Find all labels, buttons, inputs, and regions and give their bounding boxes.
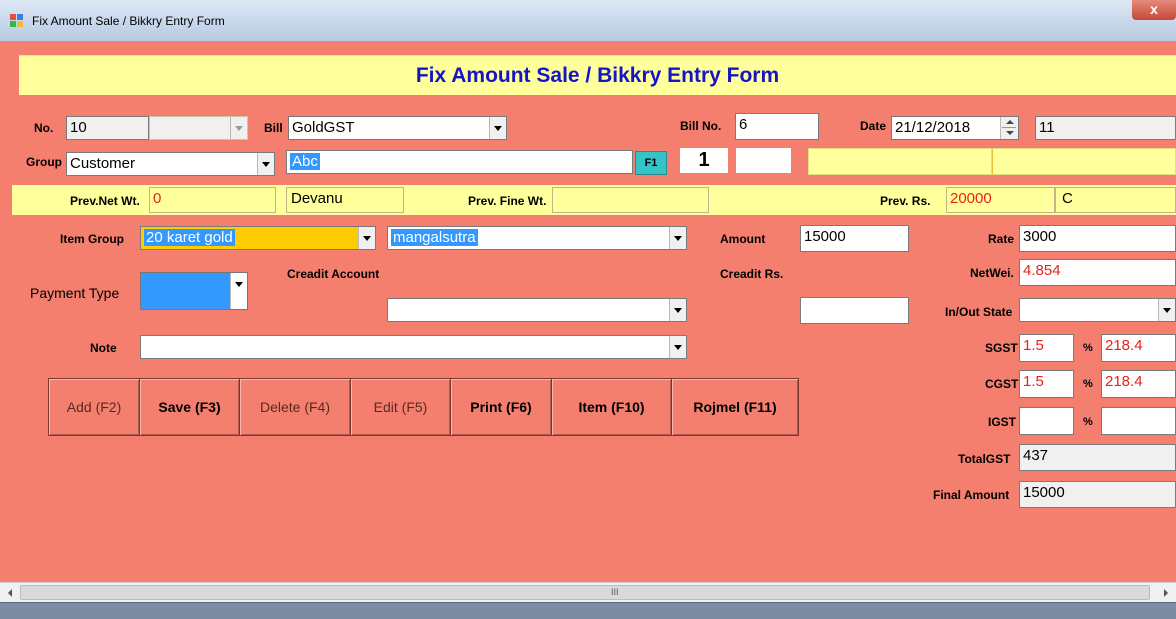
credit-rs-field[interactable] xyxy=(800,297,909,324)
credit-account-label: Creadit Account xyxy=(287,267,380,281)
scroll-left-icon[interactable] xyxy=(8,589,12,597)
item-value: mangalsutra xyxy=(391,229,478,246)
note-select[interactable] xyxy=(140,335,687,359)
bottom-strip xyxy=(0,602,1176,619)
prev-fine-label: Prev. Fine Wt. xyxy=(468,194,547,208)
amount-field[interactable]: 15000 xyxy=(800,225,909,252)
note-label: Note xyxy=(90,341,117,355)
save-button[interactable]: Save (F3) xyxy=(139,378,240,436)
sgst-label: SGST xyxy=(985,341,1018,355)
chevron-down-icon[interactable] xyxy=(669,336,686,358)
prev-fine-field[interactable] xyxy=(552,187,709,213)
credit-rs-label: Creadit Rs. xyxy=(720,267,784,281)
rate-label: Rate xyxy=(988,232,1015,246)
sgst-pct-sign: % xyxy=(1083,342,1093,354)
sgst-amt-field[interactable]: 218.4 xyxy=(1101,334,1176,362)
bill-value: GoldGST xyxy=(292,119,355,136)
yellow-field-2[interactable] xyxy=(992,148,1176,175)
group-value: Customer xyxy=(70,155,136,172)
igst-pct-field[interactable] xyxy=(1019,407,1074,435)
final-amount-field[interactable]: 15000 xyxy=(1019,481,1176,508)
totalgst-field[interactable]: 437 xyxy=(1019,444,1176,471)
chevron-down-icon[interactable] xyxy=(230,273,247,309)
cr-field[interactable]: C xyxy=(1055,187,1176,213)
date-value: 21/12/2018 xyxy=(895,119,971,136)
totalgst-label: TotalGST xyxy=(958,452,1011,466)
rojmel-button[interactable]: Rojmel (F11) xyxy=(671,378,799,436)
chevron-down-icon[interactable] xyxy=(230,117,247,139)
item-group-value: 20 karet gold xyxy=(144,229,235,246)
spin-down-icon[interactable] xyxy=(1006,131,1014,135)
form-icon xyxy=(10,14,24,28)
prev-rs-field[interactable]: 20000 xyxy=(946,187,1055,213)
chevron-down-icon[interactable] xyxy=(669,299,686,321)
inout-label: In/Out State xyxy=(945,305,1013,319)
igst-amt-field[interactable] xyxy=(1101,407,1176,435)
date-spinner[interactable] xyxy=(1000,117,1018,139)
chevron-down-icon[interactable] xyxy=(669,227,686,249)
party-field[interactable]: Abc xyxy=(286,150,633,174)
banner-title: Fix Amount Sale / Bikkry Entry Form xyxy=(415,64,780,87)
cgst-label: CGST xyxy=(985,377,1019,391)
chevron-down-icon[interactable] xyxy=(257,153,274,175)
igst-label: IGST xyxy=(988,415,1017,429)
bill-no-field[interactable]: 6 xyxy=(735,113,819,140)
payment-type-select[interactable] xyxy=(140,272,248,310)
scroll-grip: III xyxy=(611,587,619,597)
final-amount-label: Final Amount xyxy=(933,488,1010,502)
amount-label: Amount xyxy=(720,232,766,246)
no-dropdown[interactable] xyxy=(149,116,248,140)
netwei-label: NetWei. xyxy=(970,266,1014,280)
cgst-pct-field[interactable]: 1.5 xyxy=(1019,370,1074,398)
cgst-pct-sign: % xyxy=(1083,378,1093,390)
rate-field[interactable]: 3000 xyxy=(1019,225,1176,252)
form-banner: Fix Amount Sale / Bikkry Entry Form xyxy=(19,55,1176,95)
title-bar: Fix Amount Sale / Bikkry Entry Form x xyxy=(0,0,1176,42)
chevron-down-icon[interactable] xyxy=(489,117,506,139)
no-field[interactable]: 10 xyxy=(66,116,149,140)
date-picker[interactable]: 21/12/2018 xyxy=(891,116,1019,140)
bill-no-label: Bill No. xyxy=(680,119,722,133)
prev-net-field[interactable]: 0 xyxy=(149,187,276,213)
party-value: Abc xyxy=(290,153,320,170)
netwei-field[interactable]: 4.854 xyxy=(1019,259,1176,286)
group-label: Group xyxy=(26,155,62,169)
chevron-down-icon[interactable] xyxy=(358,227,375,249)
payment-type-label: Payment Type xyxy=(30,285,120,301)
count-field[interactable] xyxy=(736,148,791,173)
no-label: No. xyxy=(34,121,54,135)
window-title: Fix Amount Sale / Bikkry Entry Form xyxy=(32,14,225,28)
edit-button[interactable]: Edit (F5) xyxy=(350,378,451,436)
delete-button[interactable]: Delete (F4) xyxy=(239,378,351,436)
close-icon[interactable]: x xyxy=(1132,0,1176,20)
extra-field[interactable]: 11 xyxy=(1035,116,1176,140)
date-label: Date xyxy=(860,119,887,133)
print-button[interactable]: Print (F6) xyxy=(450,378,552,436)
count-display: 1 xyxy=(680,148,728,173)
scroll-right-icon[interactable] xyxy=(1164,589,1168,597)
group-select[interactable]: Customer xyxy=(66,152,275,176)
f1-button[interactable]: F1 xyxy=(635,151,667,175)
spin-up-icon[interactable] xyxy=(1006,120,1014,124)
item-group-label: Item Group xyxy=(60,232,125,246)
yellow-field-1[interactable] xyxy=(808,148,992,175)
scroll-thumb[interactable]: III xyxy=(20,585,1150,600)
add-button[interactable]: Add (F2) xyxy=(48,378,140,436)
prev-rs-label: Prev. Rs. xyxy=(880,194,931,208)
item-button[interactable]: Item (F10) xyxy=(551,378,672,436)
igst-pct-sign: % xyxy=(1083,416,1093,428)
item-group-select[interactable]: 20 karet gold xyxy=(140,226,376,250)
sgst-pct-field[interactable]: 1.5 xyxy=(1019,334,1074,362)
chevron-down-icon[interactable] xyxy=(1158,299,1175,321)
item-select[interactable]: mangalsutra xyxy=(387,226,687,250)
bill-select[interactable]: GoldGST xyxy=(288,116,507,140)
bill-label: Bill xyxy=(264,121,283,135)
prev-net-label: Prev.Net Wt. xyxy=(70,194,140,208)
credit-account-select[interactable] xyxy=(387,298,687,322)
name-field[interactable]: Devanu xyxy=(286,187,404,213)
horizontal-scrollbar[interactable]: III xyxy=(0,582,1176,602)
entry-form-window: Fix Amount Sale / Bikkry Entry Form x Fi… xyxy=(0,0,1176,619)
cgst-amt-field[interactable]: 218.4 xyxy=(1101,370,1176,398)
inout-select[interactable] xyxy=(1019,298,1176,322)
